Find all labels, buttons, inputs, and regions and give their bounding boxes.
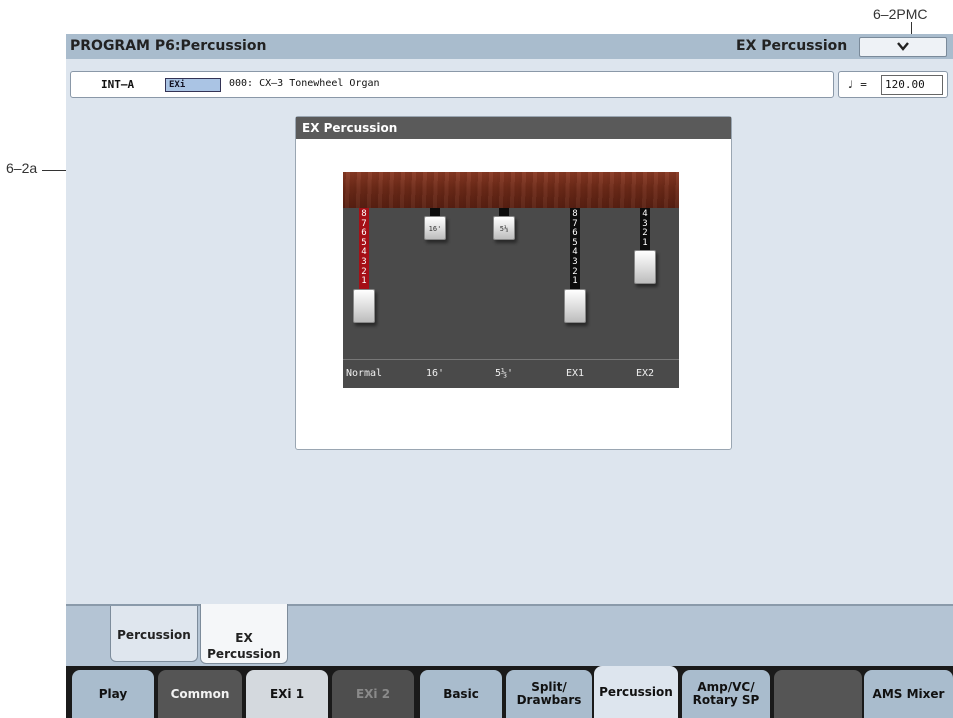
- mode-tab-exi-1[interactable]: EXi 1: [246, 670, 328, 718]
- mode-tab-percussion[interactable]: Percussion: [594, 666, 678, 718]
- tempo-box: ♩ = 120.00: [838, 71, 948, 98]
- drawbar-scale-5: 4 3 2 1: [642, 209, 648, 248]
- mode-tab-common[interactable]: Common: [158, 670, 242, 718]
- tempo-symbol: ♩ =: [847, 78, 867, 91]
- page-title: PROGRAM P6:Percussion: [70, 38, 267, 54]
- drawbar-rod-1: 8 7 6 5 4 3 2 1: [359, 208, 369, 289]
- drawbar-knob-3[interactable]: 5⅓: [493, 216, 515, 240]
- callout-page-menu: 6–2PMC: [873, 6, 928, 22]
- drawbar-knob-2[interactable]: 16': [424, 216, 446, 240]
- subtab-percussion-label: Percussion: [117, 628, 191, 642]
- mode-tab-blank: [774, 670, 862, 718]
- mode-tab-ams-mixer[interactable]: AMS Mixer: [864, 670, 953, 718]
- mode-tab-amp-vc-rotary-sp[interactable]: Amp/VC/ Rotary SP: [682, 670, 770, 718]
- mode-tab-basic[interactable]: Basic: [420, 670, 502, 718]
- drawbar-rod-4: 8 7 6 5 4 3 2 1: [570, 208, 580, 289]
- drawbar-label-3: 5⅓': [494, 368, 514, 379]
- page-menu-button[interactable]: [859, 37, 947, 57]
- drawbar-knob-4[interactable]: [564, 288, 586, 323]
- drawbar-stub-2: [430, 208, 440, 216]
- drawbar-knob-label-3: 5⅓: [499, 225, 509, 233]
- drawbar-knob-1[interactable]: [353, 288, 375, 323]
- drawbar-label-4: EX1: [565, 368, 585, 379]
- drawbar-label-2: 16': [425, 368, 445, 379]
- callout-panel: 6–2a: [6, 160, 38, 176]
- sub-tab-bar: Percussion EX Percussion: [66, 604, 953, 666]
- drawbar-knob-label-2: 16': [428, 225, 442, 233]
- program-screen: PROGRAM P6:Percussion EX Percussion INT–…: [66, 34, 953, 718]
- mode-tab-bar: Play Common EXi 1 EXi 2 Basic Split/ Drawbars…: [66, 666, 953, 718]
- mode-tab-play[interactable]: Play: [72, 670, 154, 718]
- drawbar-label-row: Normal 16' 5⅓' EX1 EX2: [343, 359, 679, 388]
- drawbar-graphic: 8 7 6 5 4 3 2 1 16' 5⅓ 8 7 6 5 4 3 2 1 4 3 2…: [343, 172, 679, 388]
- subtab-percussion[interactable]: Percussion: [110, 606, 198, 662]
- panel-title: EX Percussion: [296, 117, 731, 139]
- subtab-ex-percussion[interactable]: EX Percussion: [200, 604, 288, 664]
- subtab-ex-percussion-label: EX Percussion: [207, 631, 281, 661]
- drawbar-rod-5: 4 3 2 1: [640, 208, 650, 251]
- chevron-down-icon: [896, 38, 910, 58]
- tempo-input[interactable]: 120.00: [881, 75, 943, 95]
- program-bank: INT–A: [101, 78, 135, 91]
- drawbar-label-5: EX2: [635, 368, 655, 379]
- program-select-bar[interactable]: INT–A EXi 000: CX–3 Tonewheel Organ: [70, 71, 834, 98]
- drawbar-knob-5[interactable]: [634, 250, 656, 285]
- program-type-badge: EXi: [165, 78, 221, 92]
- drawbar-scale-1: 8 7 6 5 4 3 2 1: [361, 209, 367, 287]
- wood-panel: [343, 172, 679, 208]
- mode-tab-split-drawbars[interactable]: Split/ Drawbars: [506, 670, 592, 718]
- drawbar-label-1: Normal: [345, 368, 383, 379]
- title-bar: PROGRAM P6:Percussion EX Percussion: [66, 34, 953, 59]
- drawbar-scale-4: 8 7 6 5 4 3 2 1: [572, 209, 578, 287]
- ex-percussion-panel: EX Percussion 8 7 6 5 4 3 2 1 16' 5⅓ 8 7 6 …: [295, 116, 732, 450]
- page-name: EX Percussion: [736, 38, 848, 54]
- drawbar-stub-3: [499, 208, 509, 216]
- program-name: 000: CX–3 Tonewheel Organ: [229, 78, 380, 89]
- mode-tab-exi-2[interactable]: EXi 2: [332, 670, 414, 718]
